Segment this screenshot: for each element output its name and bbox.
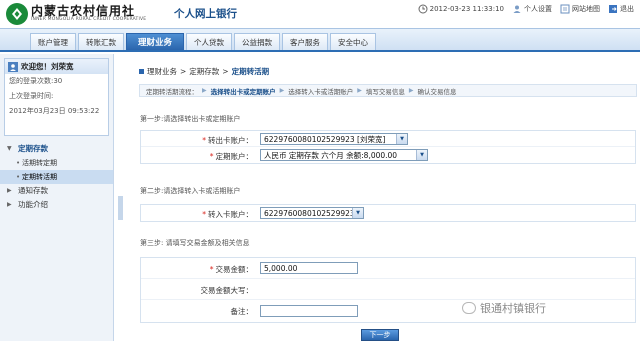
flow-step: 确认交易信息 — [417, 87, 457, 96]
in-card-select[interactable]: 6229760080102529923 ▼ — [260, 207, 364, 219]
top-toolbar: 2012-03-23 11:33:10 个人设置 网站地图 退出 — [418, 4, 634, 14]
form-row: 交易金额大写： — [141, 279, 635, 300]
user-icon — [513, 5, 521, 13]
step2-title: 第二步:请选择转入卡或活期账户 — [140, 187, 241, 195]
breadcrumb-sep: > — [222, 67, 229, 76]
caret-right-icon: ▶ — [7, 201, 12, 208]
breadcrumb-item[interactable]: 理财业务 — [147, 66, 177, 77]
welcome-text: 欢迎您！刘荣宽 — [21, 62, 74, 71]
step3-form: * 交易金额： 5,000.00 交易金额大写： 备注： — [140, 257, 636, 323]
form-row: * 定期账户： 人民币 定期存款 六个月 余额:8,000.00 ▼ — [141, 147, 635, 163]
tab-account[interactable]: 账户管理 — [30, 33, 76, 50]
watermark-text: 银通村镇银行 — [480, 302, 546, 315]
sidebar-item-current-to-fixed[interactable]: 活期转定期 — [0, 156, 113, 170]
breadcrumb-bullet-icon — [139, 69, 144, 74]
user-avatar-icon — [8, 61, 18, 72]
watermark: 银通村镇银行 — [462, 300, 546, 316]
chevron-down-icon: ▼ — [416, 150, 427, 160]
step1-title: 第一步:请选择转出卡或定期账户 — [140, 115, 241, 123]
tab-service[interactable]: 客户服务 — [282, 33, 329, 50]
sidebar-group-label: 定期存款 — [18, 144, 48, 153]
wechat-icon — [462, 302, 476, 314]
out-card-value: 6229760080102529923 [刘荣宽] — [264, 134, 386, 144]
flow-label: 定期转活期流程： — [146, 87, 198, 96]
sidebar-group-label: 通知存款 — [18, 186, 48, 195]
amount-input[interactable]: 5,000.00 — [260, 262, 358, 274]
main-content: 理财业务 > 定期存款 > 定期转活期 定期转活期流程： ▶ 选择转出卡或定期账… — [128, 54, 640, 341]
fixed-account-value: 人民币 定期存款 六个月 余额:8,000.00 — [264, 150, 398, 160]
clock-icon — [418, 4, 428, 14]
chevron-down-icon: ▼ — [352, 208, 363, 218]
remark-label: 备注： — [230, 307, 254, 316]
step2-form: * 转入卡账户： 6229760080102529923 ▼ — [140, 204, 636, 222]
caret-right-icon: ▶ — [7, 187, 12, 194]
sidebar-group-notice-deposit[interactable]: ▶ 通知存款 — [0, 184, 113, 198]
remark-input[interactable] — [260, 305, 358, 317]
out-card-select[interactable]: 6229760080102529923 [刘荣宽] ▼ — [260, 133, 408, 145]
logout-link[interactable]: 退出 — [608, 4, 634, 14]
arrow-right-icon: ▶ — [279, 87, 285, 94]
fixed-account-select[interactable]: 人民币 定期存款 六个月 余额:8,000.00 ▼ — [260, 149, 428, 161]
sitemap-link[interactable]: 网站地图 — [560, 4, 600, 14]
caret-down-icon: ▼ — [7, 145, 12, 152]
chevron-down-icon: ▼ — [396, 134, 407, 144]
form-row: * 转入卡账户： 6229760080102529923 ▼ — [141, 205, 635, 221]
form-row: * 转出卡账户： 6229760080102529923 [刘荣宽] ▼ — [141, 131, 635, 147]
tab-security[interactable]: 安全中心 — [330, 33, 377, 50]
step3-title: 第三步: 请填写交易金额及相关信息 — [140, 239, 250, 247]
in-card-value: 6229760080102529923 — [264, 208, 355, 218]
bank-logo-icon — [6, 3, 28, 25]
form-row: 备注： — [141, 300, 635, 322]
fixed-account-label: * 定期账户： — [209, 152, 253, 161]
system-title: 个人网上银行 — [174, 8, 237, 20]
personal-settings-link[interactable]: 个人设置 — [512, 4, 552, 14]
step1-form: * 转出卡账户： 6229760080102529923 [刘荣宽] ▼ * 定期账… — [140, 130, 636, 164]
sidebar-collapse-handle[interactable] — [118, 196, 123, 220]
tab-wealth[interactable]: 理财业务 — [126, 33, 185, 50]
header: 内蒙古农村信用社 INNER MONGOLIA RURAL CREDIT COO… — [0, 0, 640, 28]
last-login-time: 2012年03月23日 09:53:22 — [9, 107, 100, 115]
last-login-label: 上次登录时间: — [9, 92, 54, 100]
tab-loan[interactable]: 个人贷款 — [186, 33, 233, 50]
breadcrumb-sep: > — [180, 67, 187, 76]
main-nav: 账户管理 转账汇款 理财业务 个人贷款 公益捐款 客户服务 安全中心 — [0, 28, 640, 52]
side-menu: ▼ 定期存款 活期转定期 定期转活期 ▶ 通知存款 ▶ 功能介绍 — [0, 142, 113, 212]
amount-label: * 交易金额： — [209, 265, 253, 274]
personal-settings-label: 个人设置 — [524, 5, 552, 13]
arrow-right-icon: ▶ — [408, 87, 414, 94]
sidebar-group-fixed-deposit[interactable]: ▼ 定期存款 — [0, 142, 113, 156]
logout-icon — [609, 5, 617, 13]
welcome-header: 欢迎您！刘荣宽 — [5, 59, 108, 74]
amount-upper-label: 交易金额大写： — [200, 286, 254, 295]
nav-tabs: 账户管理 转账汇款 理财业务 个人贷款 公益捐款 客户服务 安全中心 — [30, 33, 377, 50]
arrow-right-icon: ▶ — [202, 87, 207, 94]
datetime-text: 2012-03-23 11:33:10 — [429, 5, 504, 13]
logo-name-en: INNER MONGOLIA RURAL CREDIT COOPERATIVE — [31, 17, 147, 22]
welcome-panel: 欢迎您！刘荣宽 您的登录次数:30 上次登录时间: 2012年03月23日 09… — [4, 58, 109, 136]
breadcrumb-current: 定期转活期 — [231, 67, 270, 76]
tab-donation[interactable]: 公益捐款 — [234, 33, 281, 50]
flow-step: 填写交易信息 — [365, 87, 405, 96]
arrow-right-icon: ▶ — [357, 87, 362, 94]
flow-step-current: 选择转出卡或定期账户 — [210, 87, 276, 96]
next-step-button[interactable]: 下一步 — [361, 329, 399, 341]
logout-label: 退出 — [620, 5, 634, 13]
breadcrumb-item[interactable]: 定期存款 — [189, 66, 219, 77]
amount-value: 5,000.00 — [264, 263, 298, 273]
sidebar: 欢迎您！刘荣宽 您的登录次数:30 上次登录时间: 2012年03月23日 09… — [0, 54, 114, 341]
breadcrumb: 理财业务 > 定期存款 > 定期转活期 — [139, 66, 269, 77]
datetime-display: 2012-03-23 11:33:10 — [418, 4, 504, 14]
sitemap-icon — [560, 4, 570, 14]
flow-step: 选择转入卡或活期账户 — [288, 87, 354, 96]
form-row: * 交易金额： 5,000.00 — [141, 258, 635, 279]
sitemap-label: 网站地图 — [572, 5, 600, 13]
out-card-label: * 转出卡账户： — [202, 136, 253, 145]
in-card-label: * 转入卡账户： — [202, 210, 253, 219]
sidebar-group-label: 功能介绍 — [18, 200, 48, 209]
login-count: 您的登录次数:30 — [9, 77, 63, 85]
sidebar-item-fixed-to-current[interactable]: 定期转活期 — [0, 170, 113, 184]
sidebar-group-intro[interactable]: ▶ 功能介绍 — [0, 198, 113, 212]
process-flow: 定期转活期流程： ▶ 选择转出卡或定期账户 ▶ 选择转入卡或活期账户 ▶ 填写交… — [139, 84, 637, 97]
tab-transfer[interactable]: 转账汇款 — [78, 33, 124, 50]
